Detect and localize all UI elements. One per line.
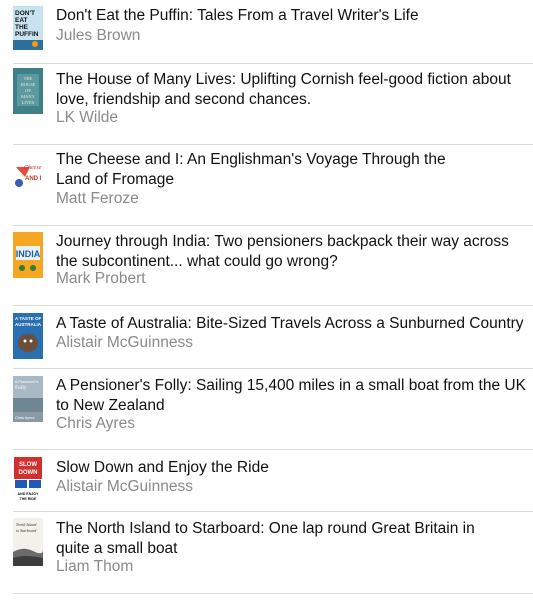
book-title: The House of Many Lives: Uplifting Corni… <box>56 71 511 108</box>
book-title: Journey through India: Two pensioners ba… <box>56 233 509 270</box>
book-title: Slow Down and Enjoy the Ride <box>56 459 269 476</box>
cover-text: DOWN <box>19 470 38 476</box>
book-title: A Pensioner's Folly: Sailing 15,400 mile… <box>56 377 526 414</box>
book-title: A Taste of Australia: Bite-Sized Travels… <box>56 315 524 332</box>
book-row-cheese[interactable]: Cheese AND I The Cheese and I: An Englis… <box>0 145 533 225</box>
cover-text: DON'T <box>15 10 35 17</box>
book-row-slow-down[interactable]: SLOW DOWN AND ENJOY THE RIDE Slow Down a… <box>0 450 533 512</box>
cover-text: Cheese <box>24 165 42 171</box>
cover-text: THE <box>15 24 29 31</box>
cover-text: SLOW <box>19 462 37 468</box>
india-cover-icon: INDIA <box>13 232 43 278</box>
cover-text: HOUSE <box>20 82 35 87</box>
book-author: Liam Thom <box>56 558 134 575</box>
book-author: Chris Ayres <box>56 415 135 432</box>
book-title: Don't Eat the Puffin: Tales From a Trave… <box>56 7 419 24</box>
cover-text: MANY <box>21 94 36 99</box>
book-author: Alistair McGuinness <box>56 478 193 495</box>
book-title: The Cheese and I: An Englishman's Voyage… <box>56 151 446 188</box>
book-row-puffin[interactable]: DON'T EAT THE PUFFIN Don't Eat the Puffi… <box>0 0 533 64</box>
cover-text: OF <box>25 88 31 93</box>
book-row-house[interactable]: THE HOUSE OF MANY LIVES The House of Man… <box>0 64 533 145</box>
book-author: Matt Feroze <box>56 190 139 207</box>
book-author: Mark Probert <box>56 270 146 287</box>
cheese-cover-icon: Cheese AND I <box>13 153 43 195</box>
cover-text: AUSTRALIA <box>15 322 42 327</box>
cover-text: THE RIDE <box>20 497 37 501</box>
book-author: LK Wilde <box>56 109 119 126</box>
cover-text: INDIA <box>16 249 41 259</box>
book-author: Jules Brown <box>56 27 141 44</box>
book-row-folly[interactable]: A Pensioner's Folly Chris Ayres A Pensio… <box>0 369 533 450</box>
puffin-cover-icon: DON'T EAT THE PUFFIN <box>13 6 43 50</box>
cover-text: PUFFIN <box>15 31 39 38</box>
book-row-starboard[interactable]: North Island to Starboard The North Isla… <box>0 512 533 594</box>
cover-text: to Starboard <box>16 528 37 533</box>
cover-text: AND I <box>25 176 42 182</box>
cover-text: A TASTE OF <box>15 316 41 321</box>
cover-text: LIVES <box>22 100 35 105</box>
book-title: The North Island to Starboard: One lap r… <box>56 520 475 557</box>
book-row-australia[interactable]: A TASTE OF AUSTRALIA A Taste of Australi… <box>0 306 533 368</box>
cover-text: Chris Ayres <box>15 416 34 420</box>
book-row-india[interactable]: INDIA Journey through India: Two pension… <box>0 226 533 306</box>
starboard-cover-icon: North Island to Starboard <box>13 518 43 566</box>
house-cover-icon: THE HOUSE OF MANY LIVES <box>13 68 43 114</box>
cover-text: North Island <box>15 522 37 527</box>
cover-text: EAT <box>15 17 28 24</box>
slow-down-cover-icon: SLOW DOWN AND ENJOY THE RIDE <box>13 456 43 504</box>
cover-text: THE <box>24 76 33 81</box>
cover-text: AND ENJOY <box>18 492 40 496</box>
cover-text: A Pensioner's <box>15 380 38 384</box>
cover-text: Folly <box>15 385 27 391</box>
book-list: DON'T EAT THE PUFFIN Don't Eat the Puffi… <box>0 0 533 600</box>
folly-cover-icon: A Pensioner's Folly Chris Ayres <box>13 376 43 422</box>
row-separator <box>13 593 533 594</box>
book-author: Alistair McGuinness <box>56 334 193 351</box>
australia-cover-icon: A TASTE OF AUSTRALIA <box>13 313 43 359</box>
